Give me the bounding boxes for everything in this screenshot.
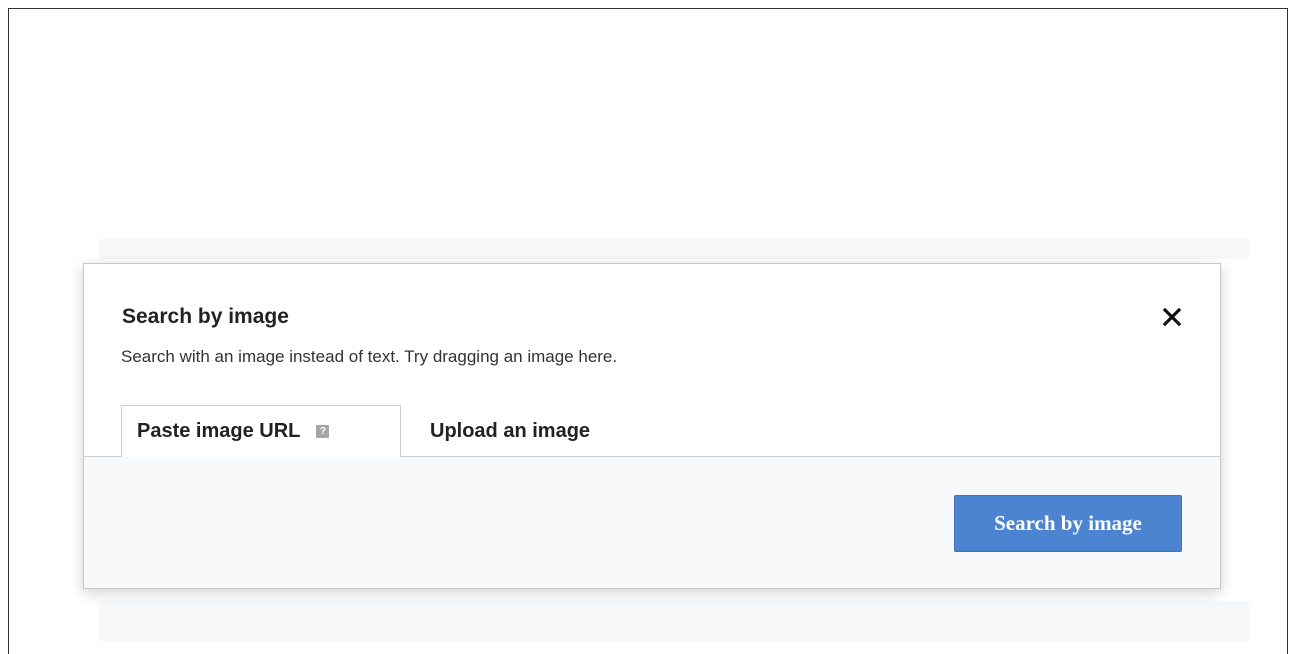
- tab-paste-image-url[interactable]: Paste image URL ?: [121, 405, 401, 458]
- tab-panel: Search by image: [84, 457, 1220, 588]
- image-url-input[interactable]: [121, 495, 945, 541]
- help-icon[interactable]: ?: [316, 425, 330, 438]
- search-by-image-button[interactable]: Search by image: [954, 495, 1182, 552]
- close-icon: [1162, 307, 1182, 327]
- background-content: [99, 601, 1249, 641]
- close-button[interactable]: [1159, 304, 1185, 330]
- tab-label: Paste image URL: [137, 420, 301, 442]
- search-by-image-dialog: Search by image Search with an image ins…: [83, 263, 1221, 589]
- dialog-subtitle: Search with an image instead of text. Tr…: [121, 347, 618, 366]
- background-content: [99, 239, 1249, 259]
- dialog-title: Search by image: [122, 305, 289, 328]
- tab-upload-an-image[interactable]: Upload an image: [430, 405, 590, 457]
- tab-bar: Paste image URL ? Upload an image: [84, 405, 1220, 458]
- tab-label: Upload an image: [430, 419, 591, 442]
